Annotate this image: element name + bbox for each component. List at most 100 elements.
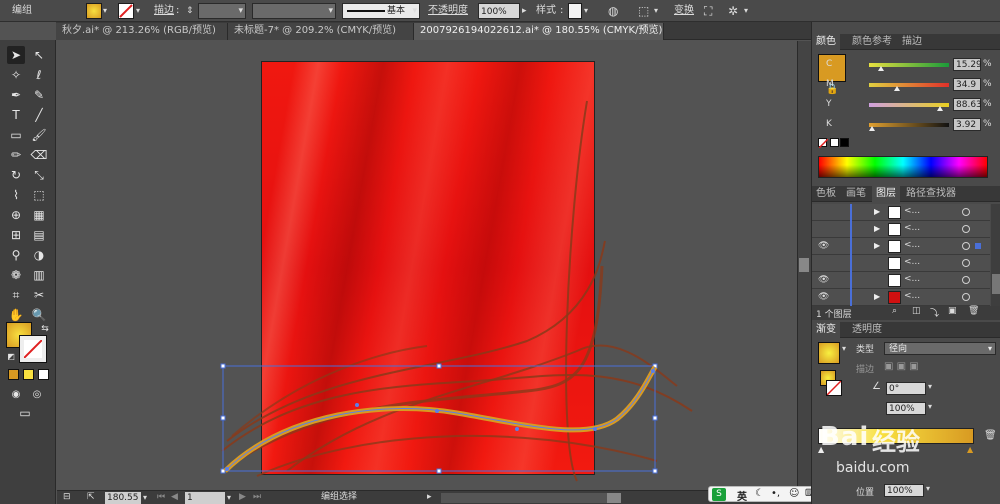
slider-value-input[interactable]: 88.63	[953, 98, 982, 111]
moon-icon[interactable]: ☾	[755, 488, 764, 499]
direct-selection-tool-icon[interactable]: ↖	[30, 46, 48, 64]
stroke-swatch[interactable]	[118, 3, 134, 19]
none-swatch[interactable]	[818, 138, 828, 148]
smile-icon[interactable]: ☺	[789, 488, 799, 499]
stroke-label[interactable]: 描边	[154, 3, 174, 19]
slider-track[interactable]	[869, 123, 949, 127]
layer-name[interactable]: <...	[904, 223, 920, 233]
new-layer-icon[interactable]: ▣	[948, 306, 957, 316]
free-transform-icon[interactable]: ⬚	[30, 186, 48, 204]
stroke-gradient-options-icon[interactable]: ▣ ▣ ▣	[884, 361, 919, 372]
pen-tool-icon[interactable]: ✒	[7, 86, 25, 104]
color-mode-icon[interactable]	[8, 369, 19, 380]
expand-arrow-icon[interactable]: ▶	[874, 292, 880, 301]
layer-row[interactable]: 👁 ▶ <...	[812, 238, 990, 255]
ime-lang[interactable]: 英	[737, 488, 747, 503]
gradient-tool-icon[interactable]: ▤	[30, 226, 48, 244]
layer-name[interactable]: <...	[904, 206, 920, 216]
artboard-tool-icon[interactable]: ⌗	[7, 286, 25, 304]
lasso-icon[interactable]: ℓ	[30, 66, 48, 84]
rectangle-tool-icon[interactable]: ▭	[7, 126, 25, 144]
symbol-sprayer-icon[interactable]: ❁	[7, 266, 25, 284]
gradient-stop-end[interactable]: ▲	[967, 445, 973, 454]
white-swatch[interactable]	[830, 138, 839, 147]
target-icon[interactable]	[962, 208, 970, 216]
screen-mode-icon[interactable]: ▭	[16, 404, 34, 422]
cmyk-slider-k[interactable]: K 3.92%	[812, 118, 1000, 132]
last-page-icon[interactable]: ⏭	[253, 491, 261, 504]
transform-icon[interactable]: ⛶	[704, 3, 712, 19]
selection-tool-icon[interactable]: ➤	[7, 46, 25, 64]
slider-value-input[interactable]: 15.29	[953, 58, 982, 71]
target-icon[interactable]	[962, 225, 970, 233]
status-menu-icon[interactable]: ▸	[427, 491, 432, 504]
horizontal-scroll-thumb[interactable]	[607, 493, 621, 503]
target-icon[interactable]	[962, 242, 970, 250]
chevron-down-icon[interactable]: ▾	[926, 484, 930, 493]
align-icon[interactable]: ⬚	[638, 3, 649, 19]
shape-builder-icon[interactable]: ⊕	[7, 206, 25, 224]
layer-name[interactable]: <...	[904, 274, 920, 284]
slider-knob[interactable]	[894, 86, 900, 91]
horizontal-scrollbar[interactable]	[441, 493, 607, 503]
tab-pathfinder[interactable]: 路径查找器	[902, 186, 960, 202]
zoom-input[interactable]: 180.55	[105, 492, 141, 504]
layers-scroll-thumb[interactable]	[992, 274, 1000, 294]
layers-scrollbar[interactable]	[991, 204, 1000, 306]
perspective-grid-icon[interactable]: ▦	[30, 206, 48, 224]
stepper-icon[interactable]: ⇕	[186, 3, 194, 19]
target-icon[interactable]	[962, 276, 970, 284]
aspect-ratio-input[interactable]: 100%	[886, 402, 926, 415]
slider-knob[interactable]	[869, 126, 876, 131]
transform-link[interactable]: 变换	[674, 3, 694, 19]
layer-row[interactable]: 👁 <...	[812, 272, 990, 289]
chevron-down-icon[interactable]: ▾	[227, 491, 231, 504]
fill-swatch[interactable]	[86, 3, 102, 19]
draw-behind-icon[interactable]: ◎	[28, 386, 46, 404]
default-colors-icon[interactable]: ◩	[2, 348, 20, 366]
layer-name[interactable]: <...	[904, 240, 920, 250]
variable-width-dropdown[interactable]	[252, 3, 336, 19]
new-sublayer-icon[interactable]: ⤵	[930, 306, 939, 319]
gradient-stop-start[interactable]: ▲	[818, 445, 824, 454]
target-icon[interactable]	[962, 293, 970, 301]
tab-brushes[interactable]: 画笔	[842, 186, 870, 202]
cmyk-slider-c[interactable]: C 15.29%	[812, 58, 1000, 72]
slider-track[interactable]	[869, 83, 949, 87]
color-spectrum[interactable]	[818, 156, 988, 178]
tab-document-1[interactable]: 秋夕.ai* @ 213.26% (RGB/预览)	[56, 23, 228, 40]
eye-icon[interactable]: 👁	[818, 241, 829, 251]
tab-gradient[interactable]: 渐变	[812, 322, 840, 338]
paintbrush-icon[interactable]: 🖌	[30, 126, 48, 144]
prev-page-icon[interactable]: ◀	[171, 491, 178, 504]
punctuation-icon[interactable]: •,	[771, 488, 780, 499]
chevron-down-icon[interactable]: ▾	[103, 3, 107, 19]
delete-stop-icon[interactable]: 🗑	[984, 430, 997, 441]
tab-stroke[interactable]: 描边	[898, 34, 926, 50]
mesh-tool-icon[interactable]: ⊞	[7, 226, 25, 244]
opacity-input[interactable]: 100%	[478, 3, 520, 19]
slider-knob[interactable]	[878, 66, 884, 71]
tab-transparency[interactable]: 透明度	[848, 322, 886, 338]
scrollbar-thumb[interactable]	[799, 258, 809, 272]
layer-name[interactable]: <...	[904, 257, 920, 267]
tab-swatches[interactable]: 色板	[812, 186, 840, 202]
style-swatch[interactable]	[568, 3, 582, 19]
cmyk-slider-m[interactable]: M 34.9%	[812, 78, 1000, 92]
slider-value-input[interactable]: 34.9	[953, 78, 981, 91]
gradient-preview[interactable]	[818, 342, 840, 364]
clipping-mask-icon[interactable]: ◫	[912, 306, 921, 316]
delete-layer-icon[interactable]: 🗑	[968, 306, 979, 316]
gradient-slider[interactable]	[818, 428, 974, 444]
tab-layers[interactable]: 图层	[872, 186, 900, 202]
tab-color-guide[interactable]: 颜色参考	[848, 34, 896, 50]
artwork-paths[interactable]	[57, 41, 797, 490]
locate-object-icon[interactable]: ⌕	[892, 306, 897, 316]
chevron-down-icon[interactable]: ▾	[143, 491, 147, 504]
swap-icon[interactable]: ⇆	[36, 320, 54, 338]
black-swatch[interactable]	[840, 138, 849, 147]
chevron-down-icon[interactable]: ▾	[654, 3, 658, 19]
eye-icon[interactable]: 👁	[818, 292, 829, 302]
chevron-right-icon[interactable]: ▸	[522, 3, 527, 19]
eyedropper-icon[interactable]: ⚲	[7, 246, 25, 264]
